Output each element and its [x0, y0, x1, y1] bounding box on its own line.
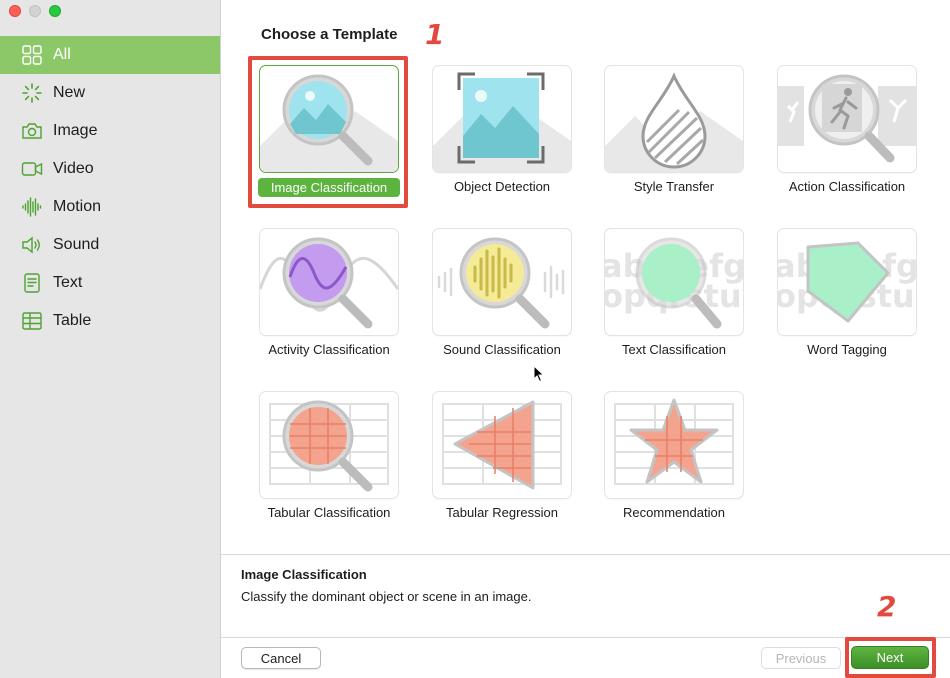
template-text-classification[interactable]: abcdefghi opqrstuvw Text Classification	[605, 229, 743, 367]
style-transfer-thumbnail	[605, 66, 743, 172]
sidebar-item-label: New	[53, 84, 86, 101]
sidebar-item-label: Table	[53, 312, 92, 329]
video-camera-icon	[20, 158, 44, 180]
sidebar-item-label: Motion	[53, 198, 102, 215]
minimize-window-button[interactable]	[29, 5, 41, 17]
page-title: Choose a Template	[261, 26, 398, 43]
zoom-window-button[interactable]	[49, 5, 61, 17]
window-controls	[9, 5, 61, 17]
sound-classification-thumbnail	[433, 229, 571, 335]
waveform-icon	[20, 196, 44, 218]
close-window-button[interactable]	[9, 5, 21, 17]
template-recommendation[interactable]: Recommendation	[605, 392, 743, 530]
previous-button[interactable]: Previous	[761, 647, 841, 669]
template-style-transfer[interactable]: Style Transfer	[605, 66, 743, 204]
annotation-step-1: 1	[425, 18, 445, 51]
template-label: Object Detection	[453, 179, 551, 194]
template-object-detection[interactable]: Object Detection	[433, 66, 571, 204]
sidebar-item-label: Text	[53, 274, 83, 291]
annotation-highlight-template	[248, 56, 408, 208]
sidebar-item-image[interactable]: Image	[0, 112, 220, 150]
template-label: Action Classification	[788, 179, 906, 194]
word-tagging-thumbnail: abcdefghi opqrstuvw	[778, 229, 916, 335]
template-label: Tabular Regression	[445, 505, 558, 520]
template-label: Activity Classification	[268, 342, 390, 357]
mouse-cursor-icon	[533, 364, 545, 388]
sidebar-item-text[interactable]: Text	[0, 264, 220, 302]
grid-icon	[20, 44, 44, 66]
sidebar-item-video[interactable]: Video	[0, 150, 220, 188]
template-label: Text Classification	[621, 342, 727, 357]
template-label: Recommendation	[623, 505, 725, 520]
document-icon	[20, 272, 44, 294]
sidebar-item-label: Image	[53, 122, 98, 139]
template-label: Sound Classification	[443, 342, 561, 357]
cancel-button[interactable]: Cancel	[241, 647, 321, 669]
tabular-classification-thumbnail	[260, 392, 398, 498]
spinner-icon	[20, 82, 44, 104]
annotation-step-2: 2	[877, 590, 897, 623]
object-detection-thumbnail	[433, 66, 571, 172]
template-label: Style Transfer	[633, 179, 715, 194]
description-title: Image Classification	[241, 567, 367, 582]
template-label: Word Tagging	[807, 342, 887, 357]
sidebar-item-all[interactable]: All	[0, 36, 220, 74]
sidebar: All New Image Video Motion Sound Text Ta…	[0, 0, 221, 678]
sidebar-item-label: Video	[53, 160, 94, 177]
activity-classification-thumbnail	[260, 229, 398, 335]
template-activity-classification[interactable]: Activity Classification	[260, 229, 398, 367]
template-tabular-regression[interactable]: Tabular Regression	[433, 392, 571, 530]
divider	[221, 637, 950, 638]
sidebar-item-new[interactable]: New	[0, 74, 220, 112]
text-classification-thumbnail: abcdefghi opqrstuvw	[605, 229, 743, 335]
template-word-tagging[interactable]: abcdefghi opqrstuvw Word Tagging	[778, 229, 916, 367]
sidebar-item-label: All	[53, 46, 71, 63]
description-text: Classify the dominant object or scene in…	[241, 589, 532, 604]
tabular-regression-thumbnail	[433, 392, 571, 498]
sidebar-item-label: Sound	[53, 236, 100, 253]
annotation-highlight-next	[845, 637, 936, 678]
template-tabular-classification[interactable]: Tabular Classification	[260, 392, 398, 530]
sidebar-item-table[interactable]: Table	[0, 302, 220, 340]
table-icon	[20, 310, 44, 332]
camera-icon	[20, 120, 44, 142]
template-sound-classification[interactable]: Sound Classification	[433, 229, 571, 367]
sidebar-item-sound[interactable]: Sound	[0, 226, 220, 264]
action-classification-thumbnail	[778, 66, 916, 172]
template-chooser: Choose a Template Image Classification O…	[221, 0, 950, 678]
template-label: Tabular Classification	[267, 505, 391, 520]
template-action-classification[interactable]: Action Classification	[778, 66, 916, 204]
sidebar-item-motion[interactable]: Motion	[0, 188, 220, 226]
recommendation-thumbnail	[605, 392, 743, 498]
speaker-icon	[20, 234, 44, 256]
divider	[221, 554, 950, 555]
